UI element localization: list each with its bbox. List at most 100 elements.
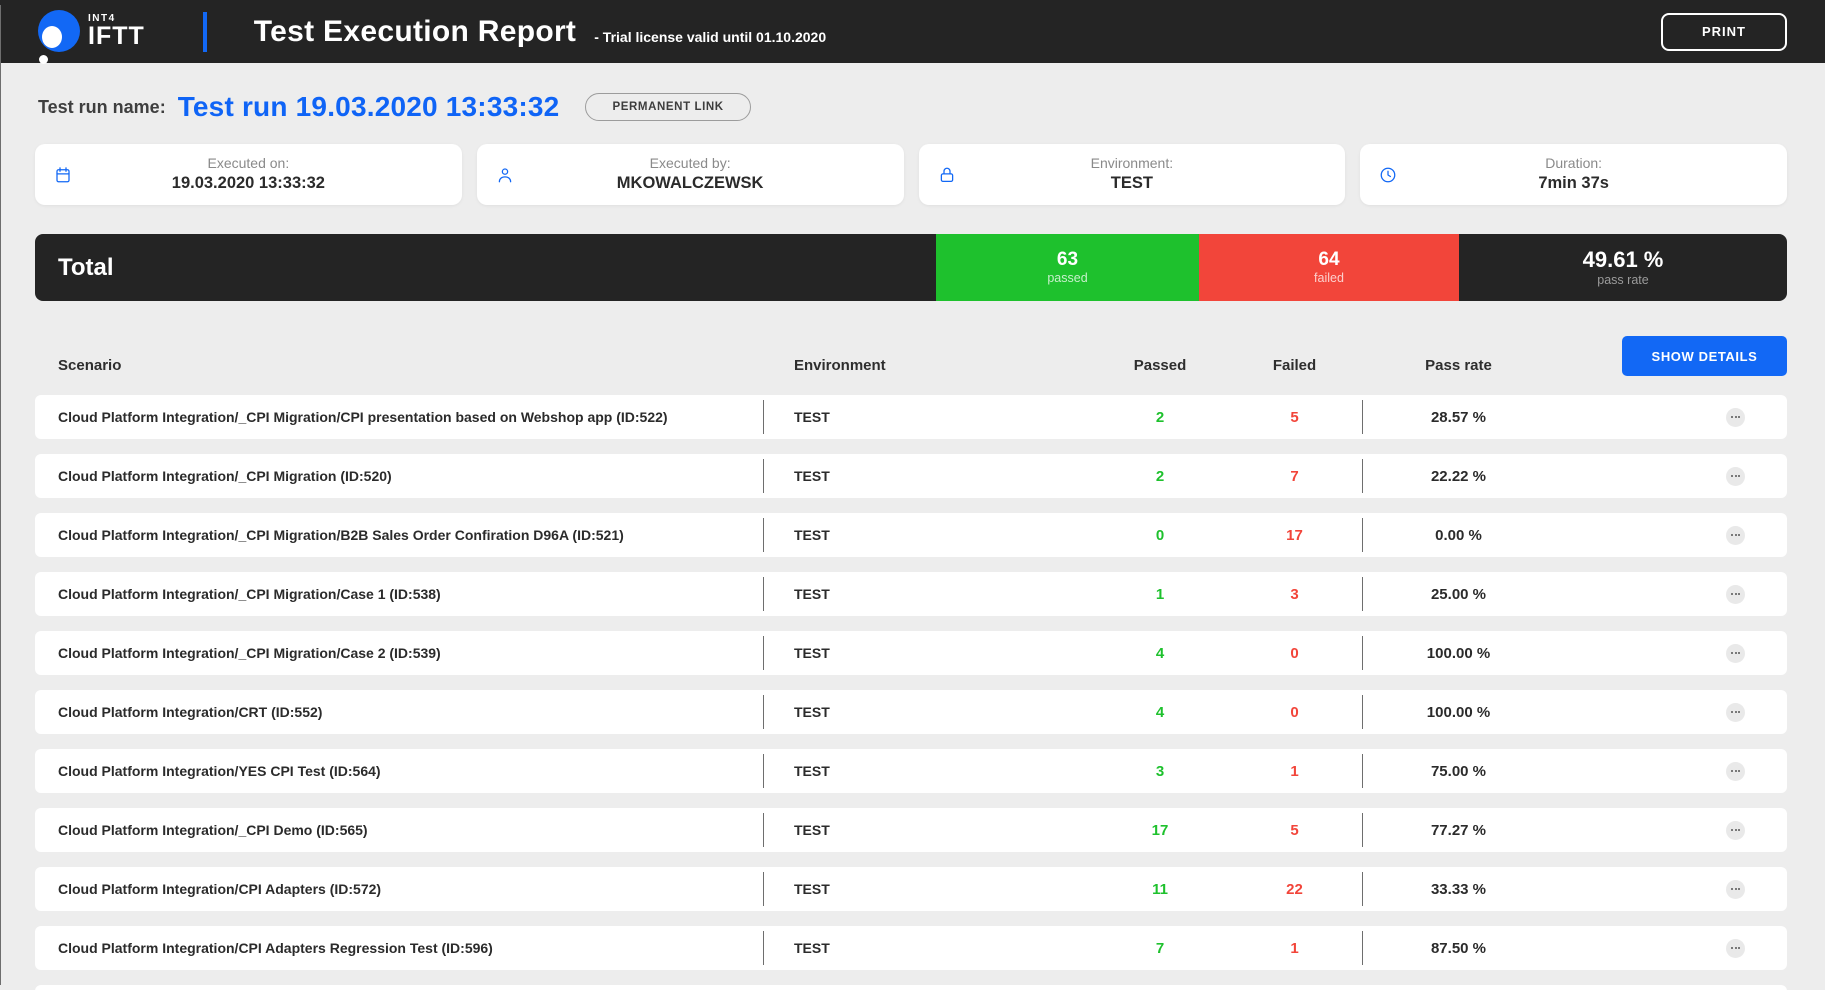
table-row: Cloud Platform Integration/CRT (ID:552) … <box>35 690 1787 734</box>
permanent-link-button[interactable]: PERMANENT LINK <box>585 93 750 121</box>
int4-iftt-logo: INT4 IFTT <box>38 12 145 52</box>
table-row: Cloud Platform Integration/CPI Adapters … <box>35 926 1787 970</box>
scenario-cell: Cloud Platform Integration/_CPI Migratio… <box>35 586 763 602</box>
card-label: Duration: <box>1545 155 1602 173</box>
card-value: TEST <box>1111 173 1153 194</box>
passed-cell: 17 <box>1093 822 1227 839</box>
pass-rate-cell: 25.00 % <box>1362 572 1555 616</box>
passed-segment: 63 passed <box>936 234 1199 301</box>
failed-cell: 22 <box>1227 881 1362 898</box>
scenario-cell: Cloud Platform Integration/YES CPI Test … <box>35 763 763 779</box>
pass-rate-cell: 87.50 % <box>1362 926 1555 970</box>
total-label: Total <box>58 254 114 282</box>
failed-cell: 0 <box>1227 704 1362 721</box>
print-button[interactable]: PRINT <box>1661 13 1787 51</box>
column-header-passed: Passed <box>1093 357 1227 374</box>
pass-rate-cell: 22.22 % <box>1362 454 1555 498</box>
column-header-failed: Failed <box>1227 357 1362 374</box>
environment-cell: TEST <box>763 395 1093 439</box>
row-actions-ellipsis-button[interactable] <box>1726 585 1745 604</box>
test-run-bar: Test run name: Test run 19.03.2020 13:33… <box>35 88 1787 126</box>
scenario-cell: Cloud Platform Integration/_CPI Demo (ID… <box>35 822 763 838</box>
environment-cell: TEST <box>763 454 1093 498</box>
scenario-cell: Cloud Platform Integration/CRT (ID:552) <box>35 704 763 720</box>
row-actions-ellipsis-button[interactable] <box>1726 762 1745 781</box>
environment-cell: TEST <box>763 631 1093 675</box>
scenario-cell: Cloud Platform Integration/_CPI Migratio… <box>35 409 763 425</box>
failed-cell: 5 <box>1227 409 1362 426</box>
page-title: Test Execution Report <box>254 15 576 49</box>
failed-cell: 17 <box>1227 527 1362 544</box>
row-actions-ellipsis-button[interactable] <box>1726 467 1745 486</box>
app-header: INT4 IFTT Test Execution Report - Trial … <box>0 0 1825 63</box>
user-icon <box>496 166 514 184</box>
card-label: Executed by: <box>650 155 731 173</box>
environment-cell: TEST <box>763 513 1093 557</box>
row-actions-ellipsis-button[interactable] <box>1726 408 1745 427</box>
pass-rate-cell: 77.27 % <box>1362 808 1555 852</box>
failed-cell: 5 <box>1227 822 1362 839</box>
table-row: Cloud Platform Integration/_CPI Migratio… <box>35 513 1787 557</box>
environment-cell: TEST <box>763 749 1093 793</box>
int4-logo-icon <box>38 10 80 52</box>
scenario-cell: Cloud Platform Integration/CPI Adapters … <box>35 881 763 897</box>
pass-rate-cell: 33.33 % <box>1362 867 1555 911</box>
passed-cell: 1 <box>1093 586 1227 603</box>
table-row: Cloud Platform Integration/_CPI Migratio… <box>35 572 1787 616</box>
pass-rate-cell: 75.00 % <box>1362 749 1555 793</box>
failed-cell: 0 <box>1227 645 1362 662</box>
table-header: Scenario Environment Passed Failed Pass … <box>35 335 1787 376</box>
table-row: Cloud Platform Integration/CPI Adapters … <box>35 867 1787 911</box>
card-label: Environment: <box>1091 155 1173 173</box>
row-actions-ellipsis-button[interactable] <box>1726 526 1745 545</box>
row-actions-ellipsis-button[interactable] <box>1726 939 1745 958</box>
table-row-partial <box>35 985 1787 990</box>
passed-cell: 2 <box>1093 409 1227 426</box>
scenario-cell: Cloud Platform Integration/_CPI Migratio… <box>35 468 763 484</box>
clock-icon <box>1379 166 1397 184</box>
pass-rate-label: pass rate <box>1597 273 1648 288</box>
table-row: Cloud Platform Integration/_CPI Demo (ID… <box>35 808 1787 852</box>
license-note: - Trial license valid until 01.10.2020 <box>594 19 826 45</box>
pass-rate-segment: 49.61 % pass rate <box>1459 234 1787 301</box>
environment-cell: TEST <box>763 867 1093 911</box>
test-run-label: Test run name: <box>38 97 166 118</box>
table-row: Cloud Platform Integration/_CPI Migratio… <box>35 395 1787 439</box>
passed-cell: 0 <box>1093 527 1227 544</box>
column-header-scenario: Scenario <box>35 357 763 374</box>
pass-rate-value: 49.61 % <box>1583 247 1664 273</box>
environment-cell: TEST <box>763 808 1093 852</box>
failed-cell: 1 <box>1227 763 1362 780</box>
table-row: Cloud Platform Integration/_CPI Migratio… <box>35 631 1787 675</box>
row-actions-ellipsis-button[interactable] <box>1726 821 1745 840</box>
scenario-cell: Cloud Platform Integration/_CPI Migratio… <box>35 645 763 661</box>
environment-cell: TEST <box>763 572 1093 616</box>
failed-label: failed <box>1314 271 1344 286</box>
failed-cell: 7 <box>1227 468 1362 485</box>
scenario-cell: Cloud Platform Integration/CPI Adapters … <box>35 940 763 956</box>
test-run-name: Test run 19.03.2020 13:33:32 <box>178 91 560 123</box>
pass-rate-cell: 100.00 % <box>1362 631 1555 675</box>
passed-cell: 4 <box>1093 645 1227 662</box>
failed-cell: 1 <box>1227 940 1362 957</box>
show-details-button[interactable]: SHOW DETAILS <box>1622 336 1787 376</box>
row-actions-ellipsis-button[interactable] <box>1726 703 1745 722</box>
card-executed-by: Executed by: MKOWALCZEWSK <box>477 144 904 205</box>
title-divider <box>203 12 207 52</box>
card-value: 19.03.2020 13:33:32 <box>172 173 325 194</box>
pass-rate-cell: 0.00 % <box>1362 513 1555 557</box>
column-header-environment: Environment <box>763 357 1093 374</box>
passed-cell: 7 <box>1093 940 1227 957</box>
card-value: MKOWALCZEWSK <box>617 173 764 194</box>
passed-label: passed <box>1047 271 1087 286</box>
failed-count: 64 <box>1318 249 1339 272</box>
column-header-pass-rate: Pass rate <box>1362 357 1555 374</box>
calendar-icon <box>54 166 72 184</box>
row-actions-ellipsis-button[interactable] <box>1726 644 1745 663</box>
passed-cell: 4 <box>1093 704 1227 721</box>
failed-segment: 64 failed <box>1199 234 1459 301</box>
pass-rate-cell: 100.00 % <box>1362 690 1555 734</box>
table-row: Cloud Platform Integration/_CPI Migratio… <box>35 454 1787 498</box>
row-actions-ellipsis-button[interactable] <box>1726 880 1745 899</box>
table-row: Cloud Platform Integration/YES CPI Test … <box>35 749 1787 793</box>
